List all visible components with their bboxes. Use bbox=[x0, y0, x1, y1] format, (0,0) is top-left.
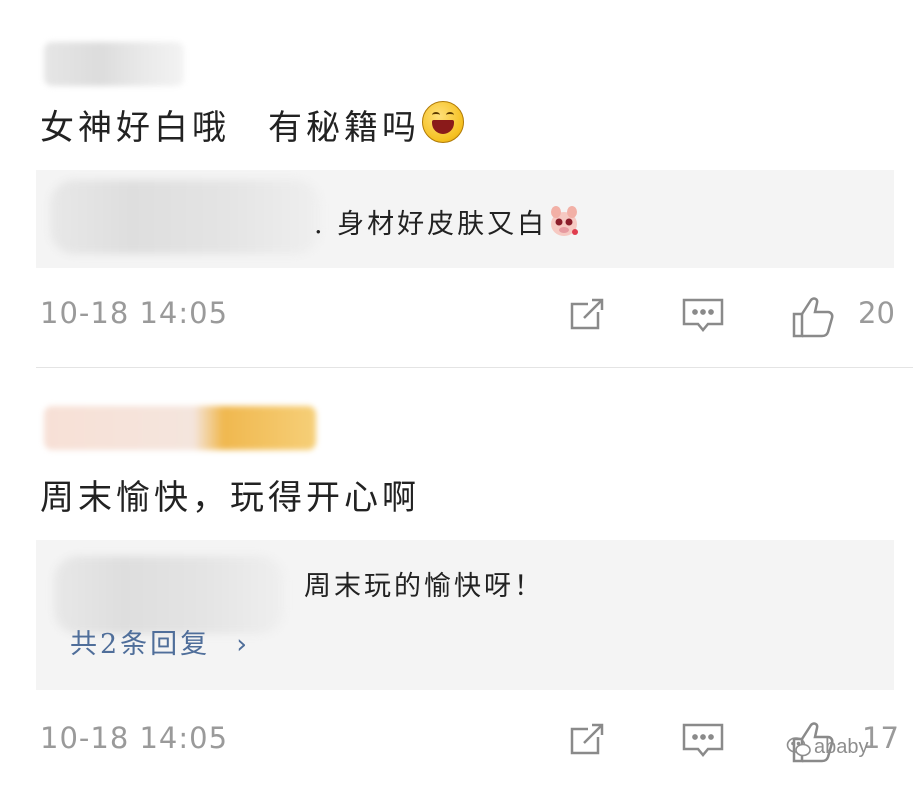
watermark: ababy bbox=[786, 736, 869, 759]
timestamp: 10-18 14:05 bbox=[40, 296, 229, 330]
timestamp: 10-18 14:05 bbox=[40, 721, 229, 755]
comment-item: 周末愉快，玩得开心啊 周末玩的愉快呀！ 共2条回复 › 10-18 14:05 1… bbox=[0, 368, 913, 795]
reply-box[interactable]: 周末玩的愉快呀！ 共2条回复 › bbox=[36, 540, 894, 690]
comment-text: 女神好白哦 有秘籍吗 bbox=[40, 100, 464, 149]
wechat-icon bbox=[786, 736, 812, 758]
share-icon[interactable] bbox=[564, 292, 610, 338]
more-replies-label: 共2条回复 bbox=[70, 629, 211, 660]
meta-row: 10-18 14:05 20 bbox=[0, 292, 913, 342]
watermark-text: ababy bbox=[814, 736, 869, 758]
shy-pig-emoji-icon bbox=[547, 205, 581, 239]
blurred-username[interactable] bbox=[44, 406, 316, 450]
comment-icon[interactable] bbox=[680, 717, 726, 763]
reply-box[interactable]: . 身材好皮肤又白 bbox=[36, 170, 894, 268]
reply-text: 周末玩的愉快呀！ bbox=[304, 571, 544, 602]
comment-item: 女神好白哦 有秘籍吗 . 身材好皮肤又白 10-18 14:05 20 bbox=[0, 0, 913, 368]
blurred-reply-username bbox=[50, 180, 320, 254]
reply-text: . 身材好皮肤又白 bbox=[314, 202, 581, 241]
comment-icon[interactable] bbox=[680, 292, 726, 338]
more-replies-link[interactable]: 共2条回复 › bbox=[70, 622, 250, 661]
share-icon[interactable] bbox=[564, 717, 610, 763]
meta-row: 10-18 14:05 17 bbox=[0, 717, 913, 767]
comment-text: 周末愉快，玩得开心啊 bbox=[40, 470, 420, 519]
reply-text-content: . 身材好皮肤又白 bbox=[314, 209, 548, 240]
blurred-username[interactable] bbox=[44, 42, 184, 86]
chevron-right-icon: › bbox=[236, 629, 250, 660]
comment-text-content: 周末愉快，玩得开心啊 bbox=[40, 478, 420, 518]
thumbs-up-icon[interactable] bbox=[790, 292, 836, 338]
comment-text-content: 女神好白哦 有秘籍吗 bbox=[40, 108, 420, 148]
laughing-emoji-icon bbox=[422, 101, 464, 143]
like-count: 20 bbox=[858, 296, 895, 330]
